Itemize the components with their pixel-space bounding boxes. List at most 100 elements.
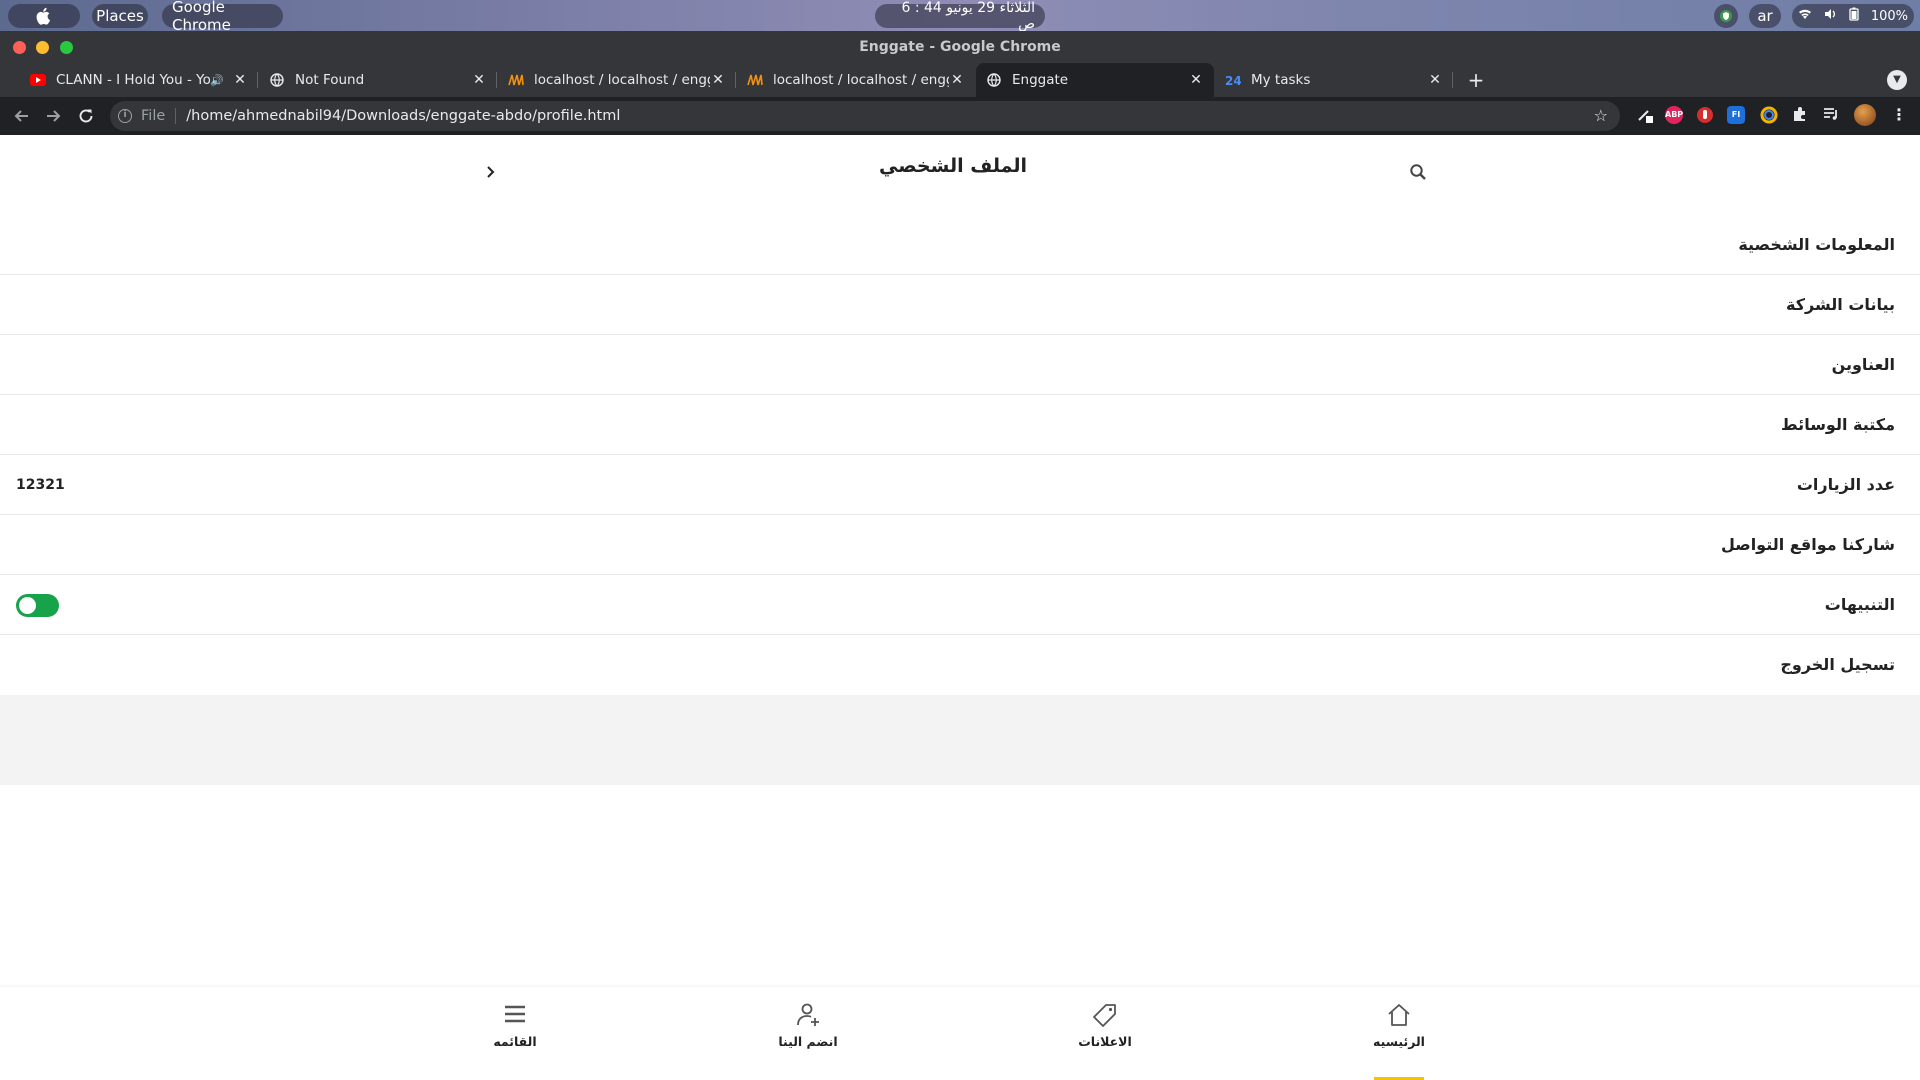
apple-icon [36, 7, 50, 25]
nav-label: القائمه [493, 1034, 537, 1049]
settings-row-logout[interactable]: تسجيل الخروج [0, 635, 1920, 695]
settings-row-notifications: التنبيهات [0, 575, 1920, 635]
battery-percent: 100% [1870, 8, 1908, 24]
tag-icon [1093, 1004, 1116, 1027]
color-picker-icon[interactable] [1760, 106, 1778, 124]
close-icon[interactable]: ✕ [1188, 72, 1204, 88]
nav-label: انضم الينا [778, 1034, 838, 1049]
info-icon[interactable]: i [118, 109, 132, 123]
font-extension-icon[interactable]: FI [1727, 106, 1745, 124]
forward-arrow-icon[interactable] [41, 104, 65, 128]
tab-not-found[interactable]: Not Found ✕ [259, 63, 497, 97]
shield-icon[interactable] [1714, 4, 1738, 28]
bottom-navigation: الرئيسيه الاعلانات انضم الينا القائمه [0, 987, 1920, 1080]
nav-item-ads[interactable]: الاعلانات [1060, 987, 1150, 1080]
close-icon[interactable]: ✕ [232, 72, 248, 88]
window-minimize-button[interactable] [36, 41, 49, 54]
tab-title: My tasks [1251, 72, 1311, 88]
page-viewport: الملف الشخصي المعلومات الشخصية بيانات ال… [0, 135, 1920, 1080]
nav-label: الرئيسيه [1373, 1034, 1425, 1049]
tab-search-button[interactable]: ▼ [1887, 70, 1907, 90]
url-text[interactable]: /home/ahmednabil94/Downloads/enggate-abd… [186, 108, 620, 124]
window-title: Enggate - Google Chrome [0, 31, 1920, 63]
tab-title: Enggate [1012, 72, 1069, 88]
tab-my-tasks[interactable]: 24 My tasks ✕ [1215, 63, 1453, 97]
tab-divider [735, 72, 736, 88]
youtube-icon [30, 72, 46, 88]
window-close-button[interactable] [13, 41, 26, 54]
system-status-menu[interactable]: 100% [1792, 4, 1914, 28]
places-menu[interactable]: Places [92, 4, 148, 28]
tab-youtube[interactable]: CLANN - I Hold You - YouTube 🔊 ✕ [20, 63, 258, 97]
settings-row-social-links[interactable]: شاركنا مواقع التواصل [0, 515, 1920, 575]
settings-row-company-data[interactable]: بيانات الشركة [0, 275, 1920, 335]
globe-icon [986, 72, 1002, 88]
row-label: التنبيهات [1824, 595, 1895, 614]
row-label: العناوين [1831, 355, 1895, 374]
settings-row-media-library[interactable]: مكتبة الوسائط [0, 395, 1920, 455]
tab-divider [257, 72, 258, 88]
browser-toolbar: i File /home/ahmednabil94/Downloads/engg… [0, 97, 1920, 135]
notifications-toggle[interactable] [16, 594, 59, 617]
scheme-label: File [141, 108, 177, 124]
hamburger-menu-icon [505, 1005, 525, 1023]
volume-icon [1824, 8, 1837, 24]
settings-row-addresses[interactable]: العناوين [0, 335, 1920, 395]
close-icon[interactable]: ✕ [1427, 72, 1443, 88]
speaker-icon[interactable]: 🔊 [210, 74, 226, 87]
row-label: شاركنا مواقع التواصل [1720, 535, 1895, 554]
phpmyadmin-icon [747, 72, 763, 88]
visits-count: 12321 [16, 477, 65, 493]
add-user-icon [797, 1003, 819, 1026]
tab-title: Not Found [295, 72, 365, 88]
wifi-icon [1798, 8, 1812, 24]
close-icon[interactable]: ✕ [471, 72, 487, 88]
apple-menu[interactable] [8, 4, 80, 28]
window-maximize-button[interactable] [60, 41, 73, 54]
tab-title: CLANN - I Hold You - YouTube [56, 72, 210, 88]
tab-strip: CLANN - I Hold You - YouTube 🔊 ✕ Not Fou… [0, 63, 1920, 97]
language-indicator[interactable]: ar [1749, 4, 1781, 28]
adblock-icon[interactable]: ABP [1665, 106, 1683, 124]
globe-icon [269, 72, 285, 88]
home-icon [1388, 1004, 1410, 1026]
media-queue-icon[interactable] [1822, 106, 1840, 124]
nav-label: الاعلانات [1078, 1034, 1132, 1049]
avatar[interactable] [1854, 104, 1876, 126]
tab-enggate[interactable]: Enggate ✕ [976, 63, 1214, 97]
search-icon[interactable] [1409, 163, 1431, 185]
settings-row-visits: عدد الزيارات 12321 [0, 455, 1920, 515]
puzzle-icon[interactable] [1791, 106, 1809, 124]
tab-phpmyadmin-2[interactable]: localhost / localhost / enggate ✕ [737, 63, 975, 97]
address-bar[interactable]: i File /home/ahmednabil94/Downloads/engg… [110, 101, 1620, 131]
row-label: بيانات الشركة [1786, 295, 1895, 314]
phpmyadmin-icon [508, 72, 524, 88]
page-header: الملف الشخصي [0, 135, 1920, 215]
battery-icon [1849, 7, 1859, 25]
chevron-left-icon[interactable] [480, 161, 500, 185]
close-icon[interactable]: ✕ [949, 72, 965, 88]
tab-divider [1452, 72, 1453, 88]
close-icon[interactable]: ✕ [710, 72, 726, 88]
active-app-menu[interactable]: Google Chrome [162, 0, 283, 34]
nav-item-home[interactable]: الرئيسيه [1354, 987, 1444, 1080]
tasks-icon: 24 [1225, 72, 1241, 88]
settings-row-personal-info[interactable]: المعلومات الشخصية [0, 215, 1920, 275]
tab-title: localhost / localhost / enggate [534, 72, 710, 88]
hand-extension-icon[interactable] [1696, 106, 1714, 124]
kebab-menu-icon[interactable]: ⋮ [1890, 106, 1908, 124]
settings-list: المعلومات الشخصية بيانات الشركة العناوين… [0, 215, 1920, 695]
svg-text:24: 24 [1225, 74, 1241, 87]
tab-title: localhost / localhost / enggate [773, 72, 949, 88]
nav-item-join[interactable]: انضم الينا [763, 987, 853, 1080]
clock[interactable]: الثلاثاء 29 يونيو 44 : 6 ص [875, 0, 1045, 32]
nav-item-menu[interactable]: القائمه [470, 987, 560, 1080]
extension-paint-icon[interactable] [1636, 106, 1654, 124]
tab-divider [496, 72, 497, 88]
row-label: عدد الزيارات [1796, 475, 1895, 494]
reload-icon[interactable] [74, 104, 98, 128]
new-tab-button[interactable]: + [1464, 68, 1488, 92]
back-arrow-icon[interactable] [10, 104, 34, 128]
tab-phpmyadmin-1[interactable]: localhost / localhost / enggate ✕ [498, 63, 736, 97]
bookmark-star-icon[interactable]: ☆ [1594, 106, 1608, 125]
